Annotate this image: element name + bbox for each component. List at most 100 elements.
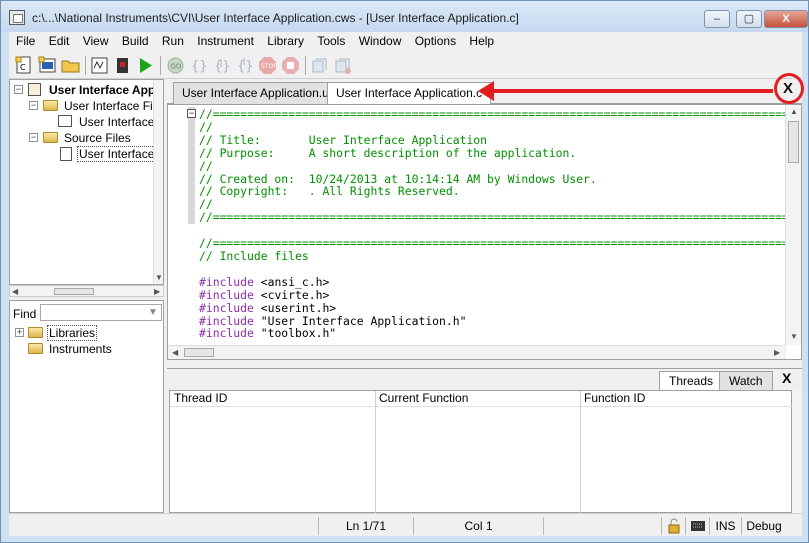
column-header-thread-id[interactable]: Thread ID <box>170 391 375 407</box>
scroll-thumb[interactable] <box>54 288 94 295</box>
tree-root[interactable]: − User Interface App <box>10 82 160 98</box>
menu-run[interactable]: Run <box>162 32 184 48</box>
close-window-button[interactable]: X <box>764 10 808 28</box>
build-configuration[interactable]: Debug <box>741 517 786 535</box>
tree-vertical-scrollbar[interactable]: ▼ <box>153 80 163 284</box>
code-line[interactable]: #include "toolbox.h" <box>199 327 789 340</box>
collapse-toggle[interactable]: − <box>14 85 23 94</box>
minimize-button[interactable]: – <box>704 10 730 28</box>
editor-vertical-scrollbar[interactable]: ▲ ▼ <box>785 105 801 345</box>
stop-icon[interactable]: STOP <box>258 56 277 75</box>
menu-library[interactable]: Library <box>267 32 304 48</box>
code-line[interactable]: // Copyright: . All Rights Reserved. <box>199 185 789 198</box>
menu-edit[interactable]: Edit <box>49 32 70 48</box>
threads-table: Thread ID Current Function Function ID <box>169 390 792 514</box>
maximize-button[interactable]: ▢ <box>736 10 762 28</box>
scroll-right-icon[interactable]: ▶ <box>154 287 160 296</box>
library-label: Instruments <box>49 342 112 356</box>
svg-text:{}: {} <box>214 59 231 74</box>
code-line[interactable]: // <box>199 159 789 173</box>
workspace: − User Interface App − User Interface Fi… <box>9 79 802 514</box>
include-target: "User Interface Application.h" <box>253 313 467 328</box>
debug-stop-icon[interactable] <box>113 56 132 75</box>
threads-scrollbar[interactable] <box>792 390 802 513</box>
fold-toggle-icon[interactable]: − <box>187 109 196 118</box>
close-tab-icon[interactable]: X <box>783 80 793 97</box>
code-line[interactable]: // Purpose: A short description of the a… <box>199 146 789 160</box>
scroll-down-icon[interactable]: ▼ <box>155 273 163 282</box>
preprocessor-keyword: #include <box>199 300 254 315</box>
open-folder-icon[interactable] <box>61 56 80 75</box>
code-text[interactable]: //======================================… <box>199 108 789 344</box>
column-divider <box>580 391 581 514</box>
go-icon[interactable]: GO <box>166 56 185 75</box>
workspace-icon <box>28 83 41 96</box>
tab-watch[interactable]: Watch <box>719 371 773 391</box>
column-header-current-function[interactable]: Current Function <box>375 391 580 407</box>
toolbar-separator <box>305 56 306 75</box>
new-uir-icon[interactable] <box>38 56 57 75</box>
c-file-icon <box>60 147 72 161</box>
find-input[interactable] <box>40 304 162 321</box>
tree-group-ui-files[interactable]: − User Interface Files <box>10 98 163 114</box>
step-into-icon[interactable]: {} <box>212 56 231 75</box>
scroll-thumb[interactable] <box>788 121 799 163</box>
code-line[interactable]: // <box>199 121 789 134</box>
scroll-up-icon[interactable]: ▲ <box>790 107 798 116</box>
editor-horizontal-scrollbar[interactable]: ◀ ▶ <box>168 345 786 359</box>
menu-file[interactable]: File <box>16 32 35 48</box>
svg-text:{}: {} <box>237 59 254 74</box>
tab-uir-file[interactable]: User Interface Application.uir <box>173 82 345 104</box>
column-header-function-id[interactable]: Function ID <box>580 391 792 407</box>
file-label: User Interface A <box>79 115 164 129</box>
new-c-file-icon[interactable]: C <box>15 56 34 75</box>
step-over-icon[interactable]: {} <box>189 56 208 75</box>
app-window: c:\...\National Instruments\CVI\User Int… <box>0 0 809 543</box>
menu-help[interactable]: Help <box>469 32 494 48</box>
collapse-toggle[interactable]: − <box>29 133 38 142</box>
include-target: <cvirte.h> <box>253 287 330 302</box>
code-line[interactable]: //======================================… <box>199 108 789 121</box>
code-line[interactable]: // Title: User Interface Application <box>199 133 789 147</box>
scroll-thumb[interactable] <box>184 348 214 357</box>
menu-tools[interactable]: Tools <box>317 32 345 48</box>
svg-text:{}: {} <box>191 59 208 74</box>
tab-threads[interactable]: Threads <box>659 371 724 391</box>
library-item-instruments[interactable]: Instruments <box>10 341 160 357</box>
step-out-icon[interactable]: {} <box>235 56 254 75</box>
tab-c-file[interactable]: User Interface Application.c <box>327 82 492 105</box>
scroll-left-icon[interactable]: ◀ <box>12 287 18 296</box>
scroll-left-icon[interactable]: ◀ <box>172 348 178 357</box>
menu-options[interactable]: Options <box>415 32 456 48</box>
svg-text:C: C <box>20 63 26 72</box>
library-item-libraries[interactable]: + Libraries <box>10 325 160 341</box>
scroll-right-icon[interactable]: ▶ <box>774 348 780 357</box>
preprocessor-keyword: #include <box>199 287 254 302</box>
menu-view[interactable]: View <box>83 32 109 48</box>
compile-icon[interactable] <box>90 56 109 75</box>
column-divider <box>375 391 376 514</box>
collapse-toggle[interactable]: − <box>29 101 38 110</box>
panel-close-icon[interactable]: X <box>782 370 791 386</box>
code-line[interactable]: // Include files <box>199 250 789 263</box>
scroll-down-icon[interactable]: ▼ <box>790 332 798 341</box>
code-line[interactable]: //======================================… <box>199 211 789 224</box>
tree-file-uir[interactable]: User Interface A <box>10 114 163 130</box>
tree-file-c[interactable]: User Interface A <box>10 146 163 162</box>
tree-horizontal-scrollbar[interactable]: ◀ ▶ <box>9 285 164 297</box>
break-icon[interactable] <box>281 56 300 75</box>
group-label: User Interface Files <box>64 99 164 113</box>
code-editor[interactable]: − //====================================… <box>167 104 802 360</box>
breakpoints-icon[interactable] <box>333 56 352 75</box>
line-position: Ln 1/71 <box>318 517 413 535</box>
menu-instrument[interactable]: Instrument <box>197 32 254 48</box>
toggle-breakpoint-icon[interactable] <box>310 56 329 75</box>
menu-build[interactable]: Build <box>122 32 149 48</box>
run-icon[interactable] <box>136 56 155 75</box>
tree-group-source-files[interactable]: − Source Files <box>10 130 160 146</box>
filter-icon[interactable]: ▼ <box>148 307 158 318</box>
expand-toggle[interactable]: + <box>15 328 24 337</box>
menu-window[interactable]: Window <box>359 32 402 48</box>
app-icon <box>9 10 25 25</box>
annotation-arrow-shaft <box>491 89 773 93</box>
